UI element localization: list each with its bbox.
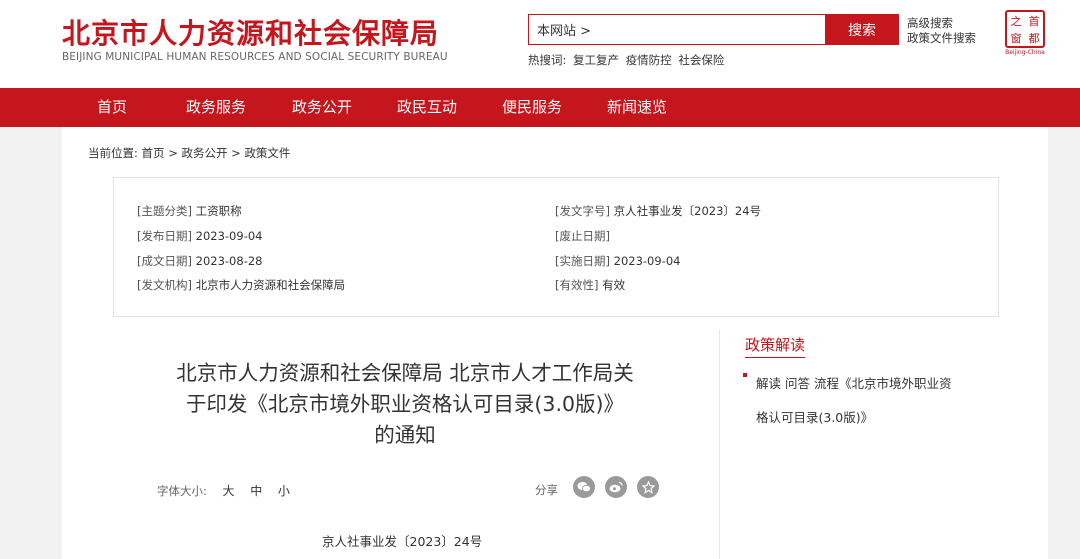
article-doc-number: 京人社事业发〔2023〕24号 xyxy=(322,534,483,549)
weibo-share-icon[interactable] xyxy=(605,476,627,498)
hot-word-3[interactable]: 社会保险 xyxy=(678,53,724,67)
meta-created-value: 2023-08-28 xyxy=(195,254,263,268)
seal-char: 首 xyxy=(1028,14,1040,28)
hot-word-2[interactable]: 疫情防控 xyxy=(626,53,672,67)
nav-gov-services[interactable]: 政务服务 xyxy=(186,88,246,127)
advanced-links: 高级搜索 政策文件搜索 xyxy=(907,16,976,46)
list-bullet xyxy=(743,373,747,377)
site-header: 北京市人力资源和社会保障局 BEIJING MUNICIPAL HUMAN RE… xyxy=(0,0,1080,88)
meta-effective-value: 2023-09-04 xyxy=(613,254,681,268)
breadcrumb-policy-docs[interactable]: 政策文件 xyxy=(244,146,290,160)
meta-topic-value: 工资职称 xyxy=(195,204,242,218)
font-large-button[interactable]: 大 xyxy=(223,484,235,498)
breadcrumb-label: 当前位置: xyxy=(88,146,138,160)
article-title-line: 于印发《北京市境外职业资格认可目录(3.0版)》 xyxy=(185,392,625,416)
font-medium-button[interactable]: 中 xyxy=(250,484,262,498)
font-small-button[interactable]: 小 xyxy=(278,484,290,498)
seal-char: 窗 xyxy=(1010,31,1022,45)
capital-window-seal-logo: 之 首 窗 都 Beijing-China xyxy=(1005,10,1045,56)
nav-citizen-services[interactable]: 便民服务 xyxy=(502,88,562,127)
document-metadata: [主题分类] 工资职称 [发布日期] 2023-09-04 [成文日期] 202… xyxy=(113,177,999,317)
nav-home[interactable]: 首页 xyxy=(97,88,127,127)
meta-docno-key: [发文字号] xyxy=(555,204,610,218)
nav-news[interactable]: 新闻速览 xyxy=(607,88,667,127)
favorite-share-icon[interactable] xyxy=(637,476,659,498)
breadcrumb-sep: > xyxy=(168,146,178,160)
search-box xyxy=(528,14,826,45)
meta-created: [成文日期] 2023-08-28 xyxy=(137,253,262,269)
meta-issuer-value: 北京市人力资源和社会保障局 xyxy=(195,278,346,292)
meta-pubdate: [发布日期] 2023-09-04 xyxy=(137,228,262,244)
policy-interpretation-title: 政策解读 xyxy=(745,334,806,358)
article-title-line: 北京市人力资源和社会保障局 北京市人才工作局关 xyxy=(176,361,634,385)
policy-link-line[interactable]: 格认可目录(3.0版)》 xyxy=(756,401,976,435)
share-label: 分享 xyxy=(535,483,558,497)
meta-pubdate-value: 2023-09-04 xyxy=(195,229,263,243)
breadcrumb-sep: > xyxy=(231,146,241,160)
hot-search-label: 热搜词: xyxy=(528,53,567,67)
meta-docno-value: 京人社事业发〔2023〕24号 xyxy=(613,204,762,218)
breadcrumb: 当前位置: 首页 > 政务公开 > 政策文件 xyxy=(88,145,290,161)
nav-interaction[interactable]: 政民互动 xyxy=(397,88,457,127)
seal-char: 都 xyxy=(1028,31,1040,45)
meta-created-key: [成文日期] xyxy=(137,254,192,268)
meta-validity-value: 有效 xyxy=(602,278,626,292)
main-nav: 首页 政务服务 政务公开 政民互动 便民服务 新闻速览 xyxy=(0,88,1080,127)
font-size-controls: 字体大小: 大 中 小 xyxy=(157,482,290,499)
meta-validity: [有效性] 有效 xyxy=(555,277,625,293)
meta-abolish-key: [废止日期] xyxy=(555,229,610,243)
policy-link-line[interactable]: 解读 问答 流程《北京市境外职业资 xyxy=(756,367,976,401)
search-input[interactable] xyxy=(529,15,825,44)
hot-word-1[interactable]: 复工复产 xyxy=(573,53,619,67)
meta-docno: [发文字号] 京人社事业发〔2023〕24号 xyxy=(555,203,761,219)
breadcrumb-home[interactable]: 首页 xyxy=(142,146,165,160)
policy-interpretation-link[interactable]: 解读 问答 流程《北京市境外职业资 格认可目录(3.0版)》 xyxy=(756,367,976,435)
seal-en-text: Beijing-China xyxy=(1005,49,1045,56)
nav-gov-disclosure[interactable]: 政务公开 xyxy=(292,88,352,127)
seal-char: 之 xyxy=(1010,14,1022,28)
wechat-share-icon[interactable] xyxy=(573,476,595,498)
meta-effective: [实施日期] 2023-09-04 xyxy=(555,253,680,269)
meta-topic: [主题分类] 工资职称 xyxy=(137,203,242,219)
breadcrumb-disclosure[interactable]: 政务公开 xyxy=(181,146,227,160)
meta-effective-key: [实施日期] xyxy=(555,254,610,268)
hot-search: 热搜词: 复工复产 疫情防控 社会保险 xyxy=(528,52,724,68)
meta-pubdate-key: [发布日期] xyxy=(137,229,192,243)
meta-issuer: [发文机构] 北京市人力资源和社会保障局 xyxy=(137,277,345,293)
site-logo-cn[interactable]: 北京市人力资源和社会保障局 xyxy=(62,12,439,52)
site-logo-en: BEIJING MUNICIPAL HUMAN RESOURCES AND SO… xyxy=(62,51,448,63)
article-title-line: 的通知 xyxy=(374,423,436,447)
meta-issuer-key: [发文机构] xyxy=(137,278,192,292)
policy-search-link[interactable]: 政策文件搜索 xyxy=(907,31,976,46)
meta-validity-key: [有效性] xyxy=(555,278,599,292)
meta-abolish: [废止日期] xyxy=(555,228,610,244)
advanced-search-link[interactable]: 高级搜索 xyxy=(907,16,976,31)
search-button[interactable]: 搜索 xyxy=(825,14,899,45)
meta-topic-key: [主题分类] xyxy=(137,204,192,218)
article-title: 北京市人力资源和社会保障局 北京市人才工作局关 于印发《北京市境外职业资格认可目… xyxy=(130,358,680,451)
font-size-label: 字体大小: xyxy=(157,484,207,498)
column-divider xyxy=(719,330,720,559)
